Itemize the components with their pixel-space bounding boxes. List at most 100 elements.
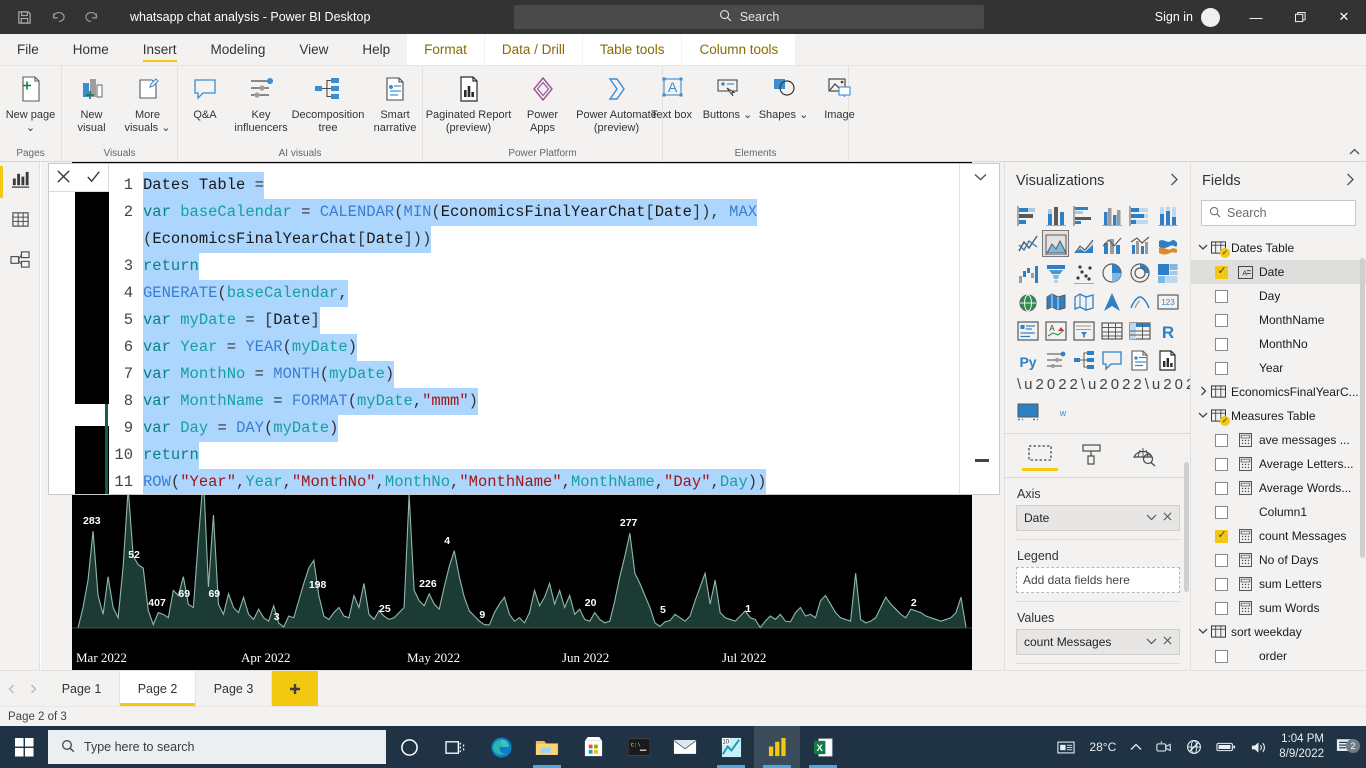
page-tab-3[interactable]: Page 3 [196,671,272,706]
scatter-chart-icon[interactable] [1071,260,1096,285]
decomposition-tree-icon[interactable] [1071,347,1096,372]
field-checkbox[interactable] [1215,313,1228,327]
field-checkbox[interactable] [1215,528,1228,543]
chevron-down-icon[interactable] [1197,411,1209,421]
avatar[interactable] [1201,7,1220,27]
add-page-button[interactable] [272,671,318,706]
close-button[interactable]: ✕ [1322,0,1366,34]
action-center-icon[interactable]: 2 [1332,738,1366,757]
ribbon-tab-help[interactable]: Help [345,34,407,65]
undo-icon[interactable] [42,2,74,32]
field-checkbox[interactable] [1215,289,1228,303]
microsoft-edge-icon[interactable] [478,726,524,768]
show-hidden-icons-icon[interactable] [1123,743,1149,751]
news-weather-icon[interactable] [1050,740,1082,755]
model-view-button[interactable] [0,242,40,282]
cancel-x-icon[interactable] [55,168,72,188]
map-icon[interactable] [1015,289,1040,314]
remove-x-icon[interactable] [1159,636,1175,648]
fields-pane-scrollbar[interactable] [1360,258,1365,558]
funnel-chart-icon[interactable] [1043,260,1068,285]
well-dropzone-legend[interactable]: Add data fields here [1016,567,1180,593]
report-view-button[interactable] [0,162,40,202]
chevron-down-icon[interactable] [1143,512,1159,524]
field-checkbox[interactable] [1215,361,1228,375]
command-prompt-icon[interactable]: C:\ [616,726,662,768]
more-visual-types-button[interactable]: \u2022\u2022\u2022 [1005,372,1206,397]
fields-table-row[interactable]: sort weekday [1191,620,1366,644]
key-influencers-button[interactable]: Key influencers [233,70,289,134]
ribbon-tab-format[interactable]: Format [407,34,484,65]
ribbon-tab-view[interactable]: View [282,34,345,65]
temperature-label[interactable]: 28°C [1082,740,1123,754]
fields-search-input[interactable]: Search [1201,200,1356,226]
line-stacked-column-chart-icon[interactable] [1099,231,1124,256]
power-bi-icon[interactable] [754,726,800,768]
area-chart-icon[interactable] [1042,230,1070,257]
maximize-restore-button[interactable] [1278,0,1322,34]
matrix-icon[interactable] [1128,318,1153,343]
power-apps-button[interactable]: Power Apps [515,70,571,134]
ribbon-tab-home[interactable]: Home [56,34,126,65]
shapes-button[interactable]: Shapes ⌄ [756,70,812,122]
page-tab-1[interactable]: Page 1 [44,671,120,706]
fields-field-row[interactable]: Average Letters... [1191,452,1366,476]
fields-field-row[interactable]: A Date [1191,260,1366,284]
chevron-left-icon[interactable] [0,671,22,706]
buttons-button[interactable]: Buttons ⌄ [700,70,756,122]
qa-visual-icon[interactable] [1099,347,1124,372]
fields-table-row[interactable]: ✓ Measures Table [1191,404,1366,428]
field-checkbox[interactable] [1215,649,1228,663]
ribbon-tab-column-tools[interactable]: Column tools [682,34,796,65]
ribbon-tab-modeling[interactable]: Modeling [194,34,283,65]
dax-code-line[interactable]: 7 var MonthNo = MONTH(myDate) [109,361,959,388]
chevron-down-icon[interactable] [974,172,987,184]
field-checkbox[interactable] [1215,505,1228,519]
clustered-bar-chart-icon[interactable] [1071,202,1096,227]
visualization-type-grid[interactable]: 123 A R Py [1005,200,1190,372]
dax-code-line[interactable]: 2 var baseCalendar = CALENDAR(MIN(Economi… [109,199,959,226]
fields-field-row[interactable]: Year [1191,356,1366,380]
smart-narrative-icon[interactable] [1128,347,1153,372]
chevron-right-icon[interactable] [22,671,44,706]
dax-formula-editor[interactable]: 1 Dates Table = 2 var baseCalendar = CALEND… [48,163,1000,495]
fields-field-row[interactable]: sum Words [1191,596,1366,620]
tab-format[interactable] [1079,443,1105,467]
stacked-column-chart-icon[interactable] [1043,202,1068,227]
chevron-down-icon[interactable] [1143,636,1159,648]
clustered-column-chart-icon[interactable] [1099,202,1124,227]
chevron-right-icon[interactable] [1170,173,1179,189]
stacked-area-chart-icon[interactable] [1071,231,1096,256]
fields-table-row[interactable]: ✓ Dates Table [1191,236,1366,260]
kpi-icon[interactable]: A [1043,318,1068,343]
100-stacked-column-chart-icon[interactable] [1156,202,1181,227]
field-checkbox[interactable] [1215,481,1228,495]
field-checkbox[interactable] [1215,601,1228,615]
dax-code-line[interactable]: 3 return [109,253,959,280]
field-checkbox[interactable] [1215,457,1228,471]
remove-x-icon[interactable] [1159,512,1175,524]
new-visual-button[interactable]: New visual [64,70,120,134]
taskbar-search-input[interactable]: Type here to search [48,730,386,764]
dax-code-line[interactable]: 4 GENERATE(baseCalendar, [109,280,959,307]
fields-field-row[interactable]: order [1191,644,1366,668]
slicer-icon[interactable] [1071,318,1096,343]
fields-field-row[interactable]: MonthNo [1191,332,1366,356]
azure-map-icon[interactable] [1099,289,1124,314]
page-tab-2[interactable]: Page 2 [120,671,196,706]
stacked-bar-chart-icon[interactable] [1015,202,1040,227]
chevron-down-icon[interactable] [1197,627,1209,637]
network-disconnected-icon[interactable] [1179,739,1209,755]
field-checkbox[interactable] [1215,577,1228,591]
new-page-button[interactable]: New page ⌄ [3,70,59,134]
redo-icon[interactable] [76,2,108,32]
tab-fields[interactable] [1022,443,1058,471]
dax-code-line[interactable]: 5 var myDate = [Date] [109,307,959,334]
shape-map-icon[interactable] [1071,289,1096,314]
python-visual-icon[interactable]: Py [1015,347,1040,372]
volume-icon[interactable] [1243,740,1274,755]
dax-code-line[interactable]: 9 var Day = DAY(myDate) [109,415,959,442]
dax-code-line[interactable]: 6 var Year = YEAR(myDate) [109,334,959,361]
dax-code-line[interactable]: 10 return [109,442,959,469]
task-view-icon[interactable] [432,726,478,768]
